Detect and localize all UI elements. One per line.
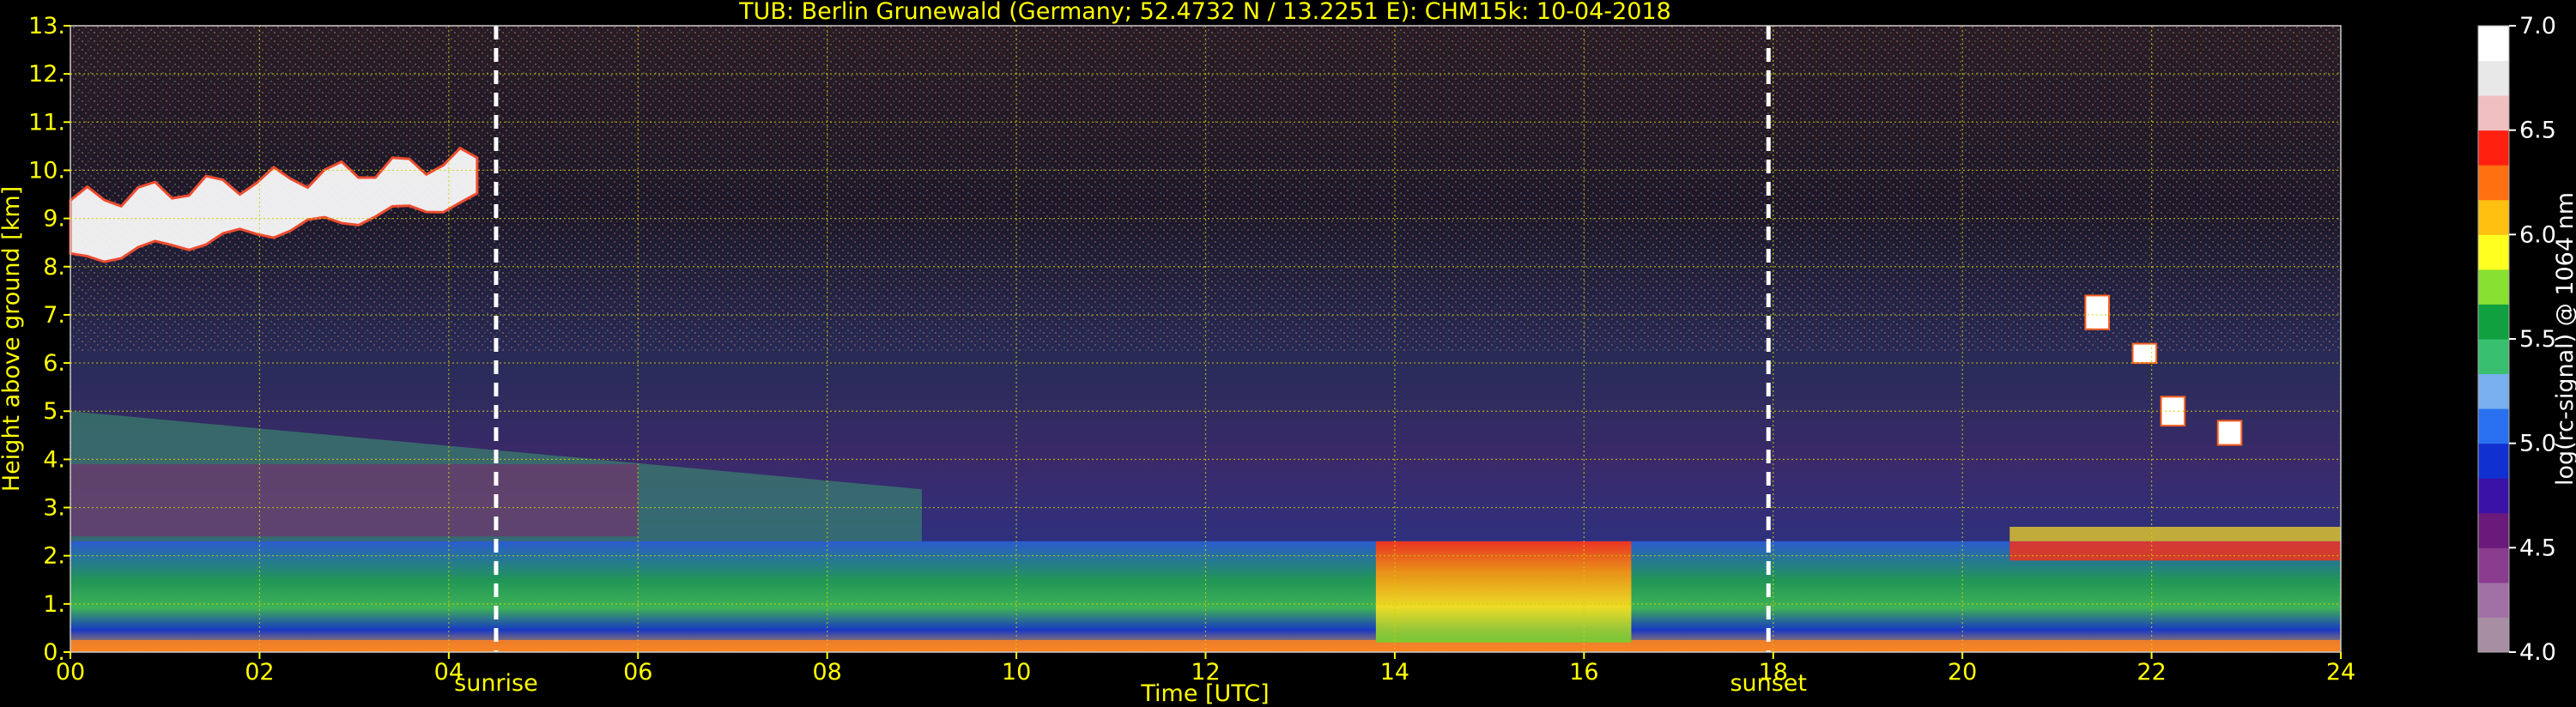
colorbar-tick-label: 5.5	[2519, 326, 2556, 353]
x-tick-label: 08	[812, 659, 841, 686]
colorbar-segment	[2478, 234, 2509, 270]
y-tick-label: 9.	[43, 206, 65, 233]
colorbar-tick-label: 4.5	[2519, 535, 2556, 561]
x-tick-label: 16	[1569, 659, 1598, 686]
y-tick-label: 10.	[28, 157, 65, 184]
y-tick-label: 5.	[43, 398, 65, 425]
colorbar-label: log(rc-signal) @ 1064 nm	[2552, 192, 2576, 486]
x-axis-label: Time [UTC]	[1140, 680, 1269, 707]
colorbar-segment	[2478, 617, 2509, 653]
colorbar-segment	[2478, 478, 2509, 514]
residual-layer-band	[70, 464, 639, 537]
colorbar-segment	[2478, 165, 2509, 201]
colorbar-segment	[2478, 512, 2509, 548]
colorbar	[2477, 25, 2510, 653]
colorbar-segment	[2478, 304, 2509, 340]
colorbar-segment	[2478, 408, 2509, 444]
colorbar-segment	[2478, 373, 2509, 409]
y-tick-label: 8.	[43, 254, 65, 281]
x-tick-label: 14	[1380, 659, 1409, 686]
y-tick-label: 7.	[43, 302, 65, 329]
colorbar-segment	[2478, 547, 2509, 583]
x-tick-label: 02	[245, 659, 274, 686]
y-tick-label: 0.	[43, 639, 65, 666]
sunset-label: sunset	[1730, 670, 1807, 697]
cloud-patch	[2084, 294, 2110, 330]
y-tick-label: 12.	[28, 61, 65, 88]
colorbar-tick-label: 6.5	[2519, 118, 2556, 144]
surface-layer-feature	[70, 639, 2341, 652]
colorbar-segment	[2478, 199, 2509, 235]
x-tick-label: 24	[2326, 659, 2355, 686]
colorbar-segment	[2478, 582, 2509, 618]
colorbar-ticks: 4.0 4.5 5.0 5.5 6.0 6.5 7.0	[2509, 13, 2556, 666]
colorbar-tick-label: 5.0	[2519, 431, 2556, 457]
y-tick-label: 2.	[43, 543, 65, 570]
colorbar-segment	[2478, 26, 2509, 62]
y-axis-label: Height above ground [km]	[0, 186, 25, 492]
colorbar-segment	[2478, 443, 2509, 479]
x-tick-label: 06	[623, 659, 652, 686]
colorbar-tick-label: 6.0	[2519, 221, 2556, 248]
lidar-figure: 00 02 04 06 08 10 12 14 16 18 20 22 24 0.1.2.3.4.5.6…	[0, 0, 2576, 707]
y-tick-label: 11.	[28, 109, 65, 136]
cloud-patch	[2216, 420, 2243, 446]
evening-cloud-top	[2009, 527, 2341, 541]
colorbar-segment	[2478, 95, 2509, 131]
colorbar-tick-label: 4.0	[2519, 639, 2556, 666]
cloud-patch	[2131, 342, 2158, 365]
y-axis: 0. 1. 2. 3. 4. 5. 6. 7. 8. 9. 10. 11. 12. 13.	[28, 13, 70, 666]
x-tick-label: 20	[1948, 659, 1977, 686]
y-tick-label: 1.	[43, 591, 65, 618]
y-tick-label: 4.	[43, 446, 65, 473]
sunrise-label: sunrise	[454, 670, 538, 697]
y-tick-label: 6.	[43, 350, 65, 377]
x-tick-label: 10	[1002, 659, 1031, 686]
colorbar-tick-label: 7.0	[2519, 13, 2556, 39]
x-tick-label: 22	[2137, 659, 2166, 686]
chart-title: TUB: Berlin Grunewald (Germany; 52.4732 …	[738, 0, 1671, 25]
colorbar-segment	[2478, 269, 2509, 305]
cloud-patch	[2160, 396, 2186, 427]
y-tick-label: 3.	[43, 495, 65, 522]
colorbar-segment	[2478, 130, 2509, 166]
plot-area	[69, 25, 2342, 653]
colorbar-segment	[2478, 339, 2509, 375]
y-tick-label: 13.	[28, 13, 65, 39]
evening-cloud-feature	[2009, 541, 2341, 561]
colorbar-segment	[2478, 60, 2509, 96]
convective-layer-feature	[1375, 541, 1632, 643]
